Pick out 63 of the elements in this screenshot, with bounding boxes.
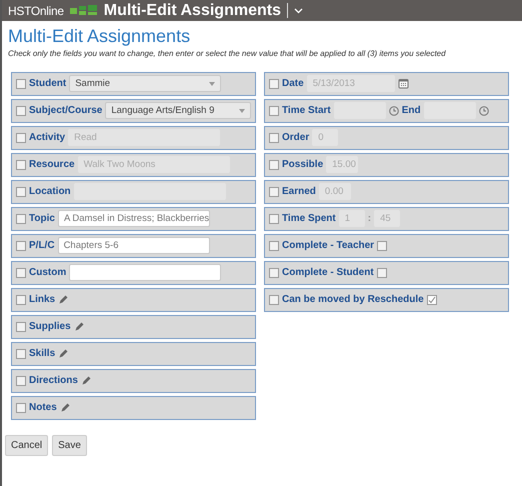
- pencil-icon[interactable]: [60, 402, 70, 413]
- select-field[interactable]: Language Arts/English 9: [105, 102, 251, 120]
- field-label: Links: [29, 293, 56, 308]
- field-label: Time Spent: [282, 212, 336, 226]
- value-checkbox[interactable]: [377, 240, 388, 251]
- clock-icon[interactable]: [478, 106, 489, 116]
- checkbox[interactable]: [16, 348, 26, 359]
- field-label: Custom: [29, 266, 66, 280]
- field-label: Complete - Teacher: [282, 239, 374, 254]
- checkbox[interactable]: [269, 240, 279, 251]
- checkbox[interactable]: [16, 78, 26, 89]
- app-title: Multi-Edit Assignments: [104, 0, 281, 20]
- field-label: Can be moved by Reschedule: [282, 293, 424, 308]
- pencil-icon[interactable]: [58, 294, 68, 305]
- value-checkbox[interactable]: [426, 294, 437, 305]
- page-heading: Multi-Edit Assignments: [8, 27, 192, 47]
- checkbox[interactable]: [16, 240, 26, 251]
- field-label: Location: [29, 185, 71, 200]
- input-field[interactable]: Chapters 5-6: [58, 237, 210, 254]
- field-label: Time Start: [282, 104, 331, 118]
- checkbox[interactable]: [269, 268, 279, 278]
- pencil-icon[interactable]: [58, 348, 68, 359]
- field-label: Complete - Student: [282, 266, 374, 280]
- checkbox[interactable]: [16, 106, 26, 116]
- chevron-down-icon[interactable]: [294, 8, 303, 14]
- pencil-icon[interactable]: [74, 322, 84, 332]
- field-label: Directions: [29, 374, 78, 388]
- field-label: Supplies: [29, 320, 71, 334]
- calendar-icon[interactable]: [398, 78, 409, 90]
- logo-icon: [70, 5, 98, 16]
- value-checkbox[interactable]: [376, 268, 387, 278]
- field-label: Skills: [29, 347, 56, 362]
- select-field[interactable]: Sammie: [69, 75, 222, 92]
- input-field[interactable]: A Damsel in Distress; Blackberries: [58, 210, 210, 228]
- clock-icon[interactable]: [388, 106, 399, 116]
- input-field[interactable]: [69, 264, 222, 282]
- brand-name: HSTOnline: [8, 2, 64, 20]
- field-label: End: [402, 104, 421, 118]
- dropdown-arrow-icon[interactable]: [239, 108, 245, 113]
- field-label: P/L/C: [29, 239, 55, 254]
- field-label: Student: [29, 77, 66, 92]
- checkbox[interactable]: [16, 376, 26, 386]
- action-button[interactable]: Save: [52, 434, 87, 456]
- field-label: Subject/Course: [29, 104, 102, 118]
- action-button[interactable]: Cancel: [5, 434, 48, 456]
- separator-text: :: [368, 212, 372, 226]
- field-label: Date: [282, 77, 304, 92]
- checkbox[interactable]: [16, 294, 26, 305]
- checkbox[interactable]: [16, 268, 26, 278]
- pencil-icon[interactable]: [80, 376, 91, 386]
- checkbox[interactable]: [269, 294, 279, 305]
- checkbox[interactable]: [16, 214, 26, 224]
- field-label: Possible: [282, 158, 324, 172]
- field-label: Activity: [29, 131, 66, 146]
- dropdown-arrow-icon[interactable]: [209, 82, 216, 86]
- checkbox[interactable]: [16, 402, 26, 413]
- checkbox[interactable]: [16, 322, 26, 332]
- field-label: Resource: [29, 158, 75, 172]
- field-label: Earned: [282, 185, 316, 200]
- field-label: Order: [282, 131, 310, 146]
- instructions-text: Check only the fields you want to change, then enter or select the new value that will be applied to all (3) items you selected: [8, 48, 447, 60]
- field-label: Topic: [29, 212, 55, 226]
- field-label: Notes: [29, 401, 57, 416]
